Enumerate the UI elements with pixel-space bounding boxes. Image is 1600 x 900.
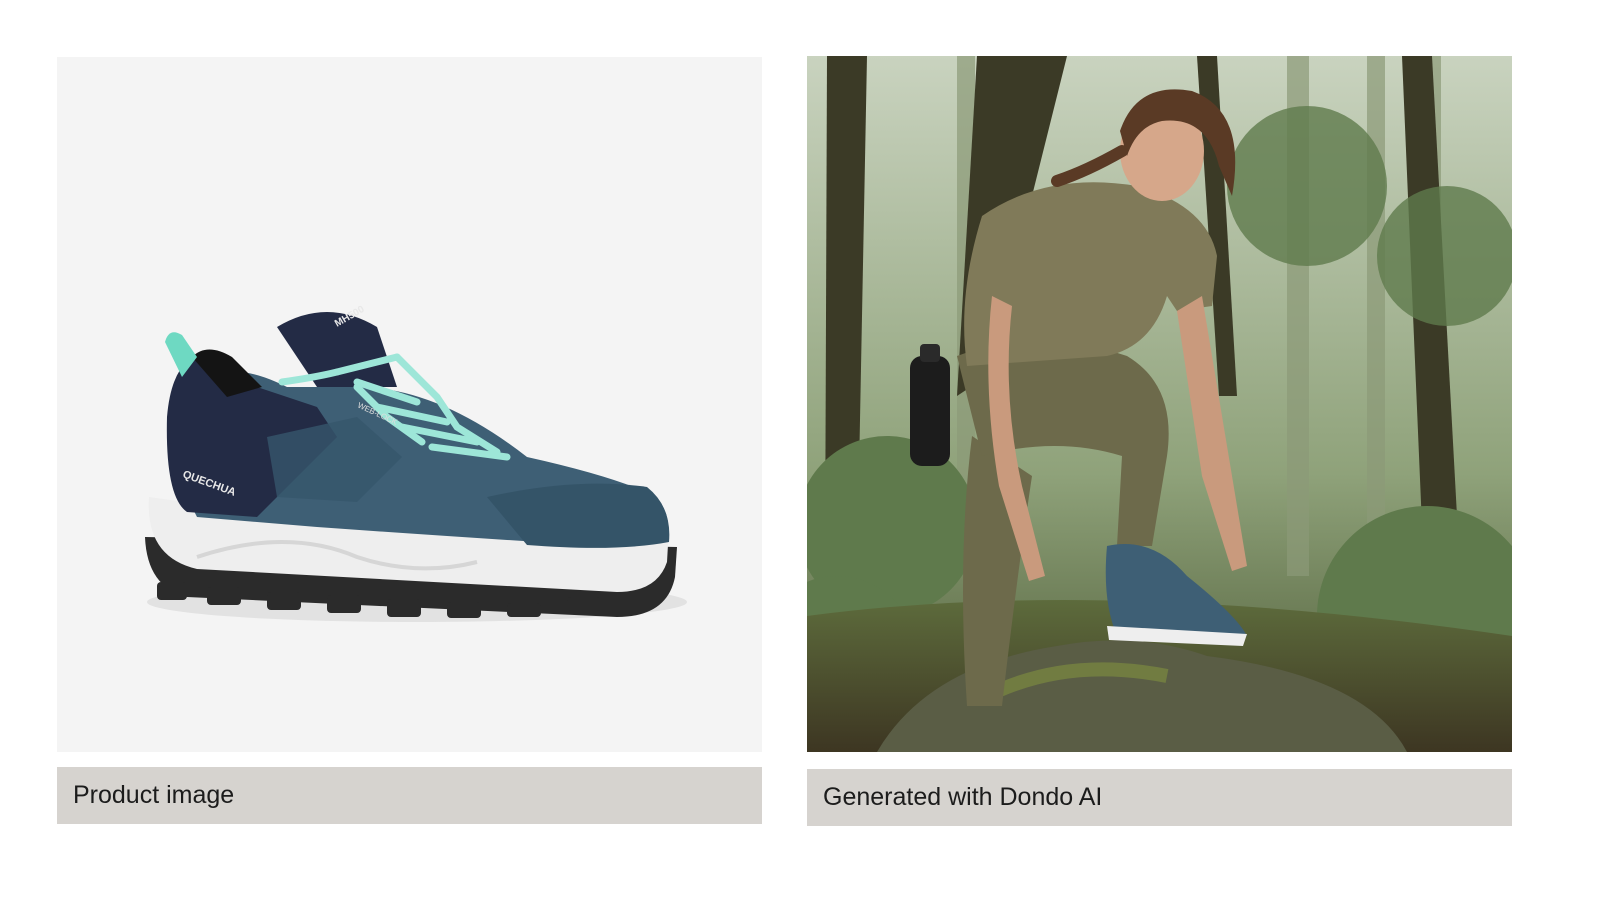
generated-caption: Generated with Dondo AI (807, 769, 1512, 826)
hiker-scene-illustration (807, 56, 1512, 752)
product-caption-text: Product image (73, 781, 235, 809)
generated-image (807, 56, 1512, 752)
hiking-shoe-illustration: QUECHUA MH500 WEB-LOCK (145, 304, 687, 622)
product-caption: Product image (57, 767, 762, 824)
generated-caption-text: Generated with Dondo AI (823, 783, 1103, 811)
product-image: QUECHUA MH500 WEB-LOCK (57, 57, 762, 752)
